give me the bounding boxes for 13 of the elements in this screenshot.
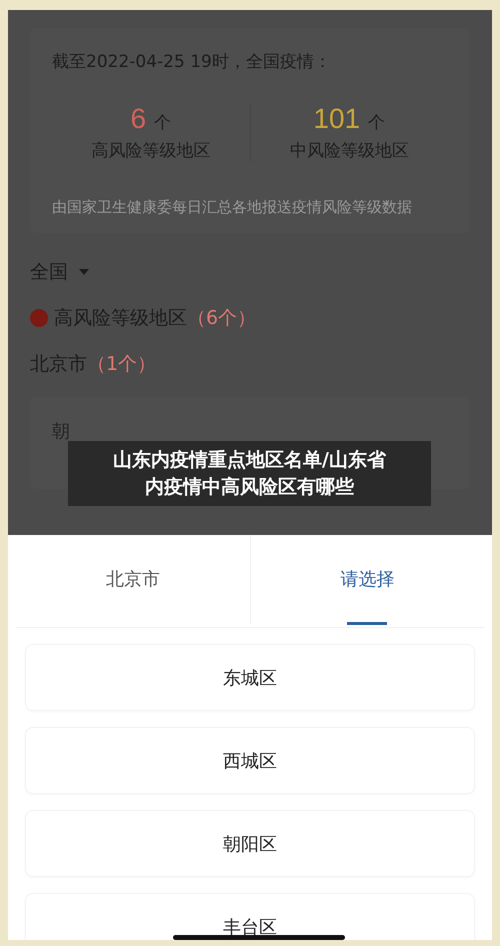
district-option[interactable]: 东城区 bbox=[25, 644, 475, 711]
city-count: （1个） bbox=[87, 352, 156, 376]
stat-count: 6 bbox=[130, 103, 146, 135]
stat-count: 101 bbox=[313, 103, 360, 135]
picker-tab[interactable]: 北京市 bbox=[16, 535, 250, 627]
risk-count: （6个） bbox=[187, 306, 256, 330]
caret-icon bbox=[78, 268, 90, 276]
district-option[interactable]: 朝阳区 bbox=[25, 810, 475, 877]
district-option[interactable]: 丰台区 bbox=[25, 893, 475, 940]
caption-text: 山东内疫情重点地区名单/山东省内疫情中高风险区有哪些 bbox=[113, 449, 386, 498]
district-option[interactable]: 西城区 bbox=[25, 727, 475, 794]
source-note: 由国家卫生健康委每日汇总各地报送疫情风险等级数据 bbox=[52, 197, 413, 218]
picker-tab[interactable]: 请选择 bbox=[250, 535, 484, 627]
